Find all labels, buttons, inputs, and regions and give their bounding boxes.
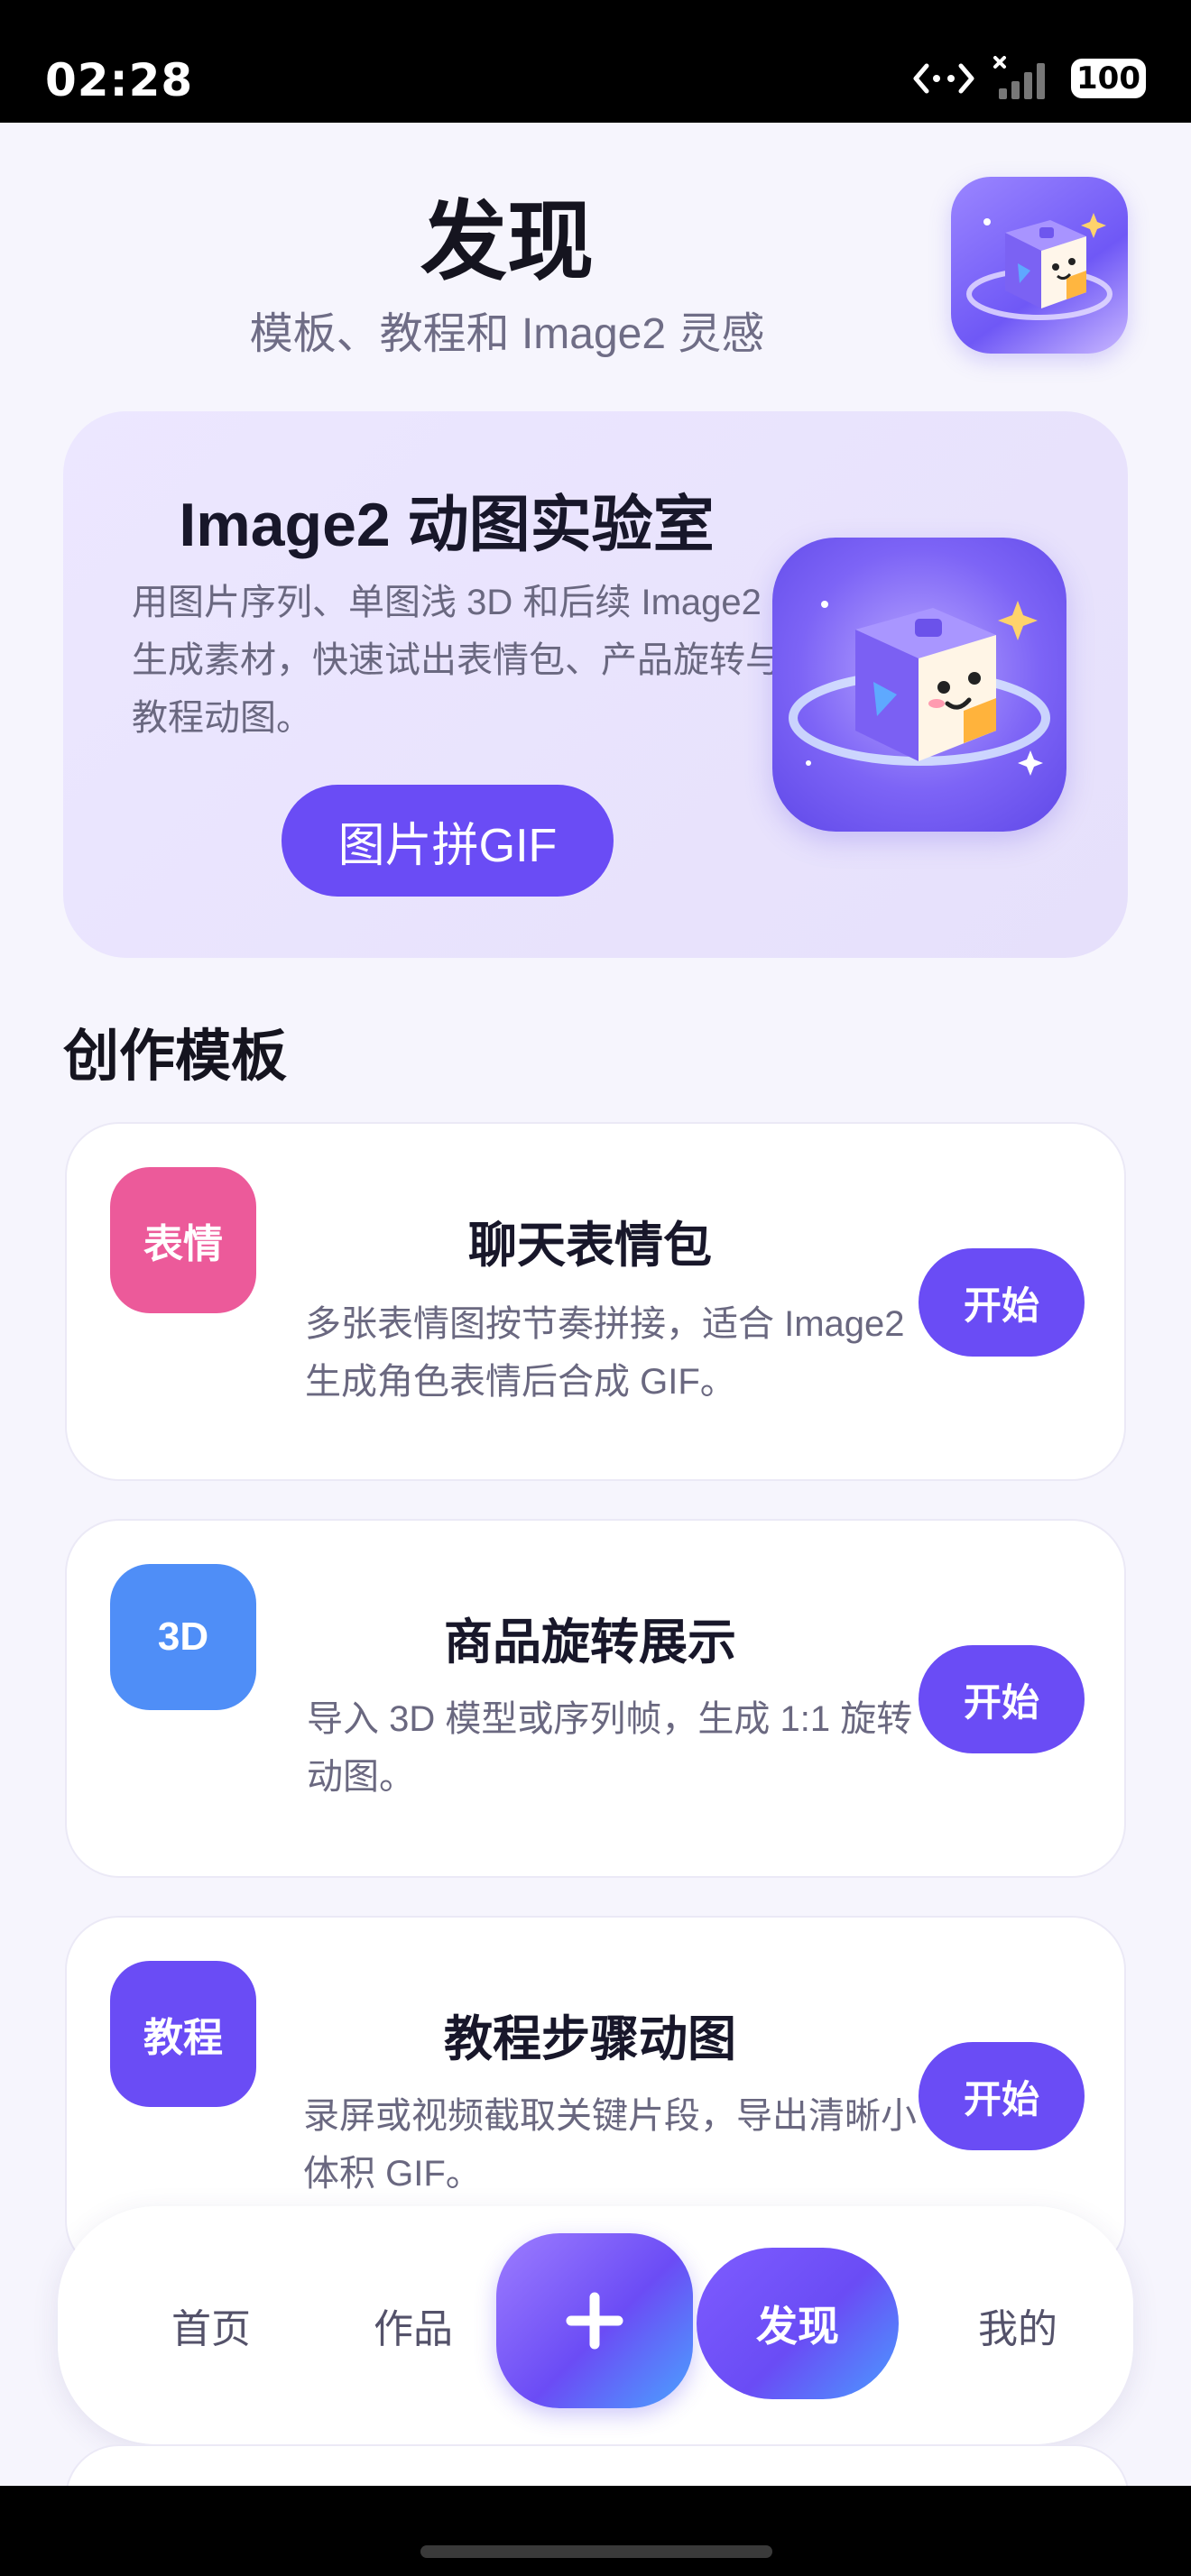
template-badge: 表情 (110, 1167, 256, 1313)
template-description: 导入 3D 模型或序列帧，生成 1:1 旋转动图。 (307, 1699, 913, 1797)
tab-discover[interactable]: 发现 (697, 2248, 899, 2399)
page-title: 发现 (420, 194, 594, 290)
bottom-tab-bar: 首页 作品 发现 我的 (58, 2206, 1133, 2444)
link-arrows-icon (912, 59, 975, 98)
page-subtitle: 模板、教程和 Image2 灵感 (249, 310, 765, 358)
status-bar: 02:28 100 (0, 0, 1191, 123)
start-button[interactable]: 开始 (919, 2042, 1085, 2150)
status-icons: 100 (912, 56, 1146, 101)
tab-works[interactable]: 作品 (332, 2206, 494, 2444)
template-card-3d-rotation[interactable]: 3D 商品旋转展示 导入 3D 模型或序列帧，生成 1:1 旋转动图。 开始 (65, 1519, 1126, 1878)
add-button[interactable] (496, 2233, 693, 2408)
home-indicator[interactable] (420, 2545, 772, 2558)
system-nav-bar (0, 2486, 1191, 2576)
status-time: 02:28 (45, 54, 194, 106)
cube-mascot-icon (772, 538, 1066, 832)
section-title: 创作模板 (63, 1026, 288, 1088)
tab-home[interactable]: 首页 (130, 2206, 292, 2444)
template-title: 教程步骤动图 (444, 2012, 736, 2066)
hero-card: Image2 动图实验室 用图片序列、单图浅 3D 和后续 Image2 生成素… (63, 411, 1128, 958)
start-button[interactable]: 开始 (919, 1248, 1085, 1357)
hero-description: 用图片序列、单图浅 3D 和后续 Image2 生成素材，快速试出表情包、产品旋… (132, 583, 781, 738)
app-logo-icon (951, 177, 1128, 354)
plus-icon (566, 2292, 623, 2350)
image-to-gif-button[interactable]: 图片拼GIF (282, 785, 614, 897)
no-signal-icon (992, 56, 1055, 101)
battery-indicator: 100 (1071, 59, 1146, 98)
template-title: 商品旋转展示 (444, 1615, 736, 1670)
template-description: 多张表情图按节奏拼接，适合 Image2 生成角色表情后合成 GIF。 (305, 1304, 905, 1402)
start-button[interactable]: 开始 (919, 1645, 1085, 1753)
template-badge: 3D (110, 1564, 256, 1710)
template-title: 聊天表情包 (468, 1219, 712, 1273)
tab-me[interactable]: 我的 (937, 2206, 1099, 2444)
template-badge: 教程 (110, 1961, 256, 2107)
template-card-sticker[interactable]: 表情 聊天表情包 多张表情图按节奏拼接，适合 Image2 生成角色表情后合成 … (65, 1122, 1126, 1481)
hero-title: Image2 动图实验室 (179, 491, 715, 559)
template-description: 录屏或视频截取关键片段，导出清晰小体积 GIF。 (303, 2096, 917, 2194)
